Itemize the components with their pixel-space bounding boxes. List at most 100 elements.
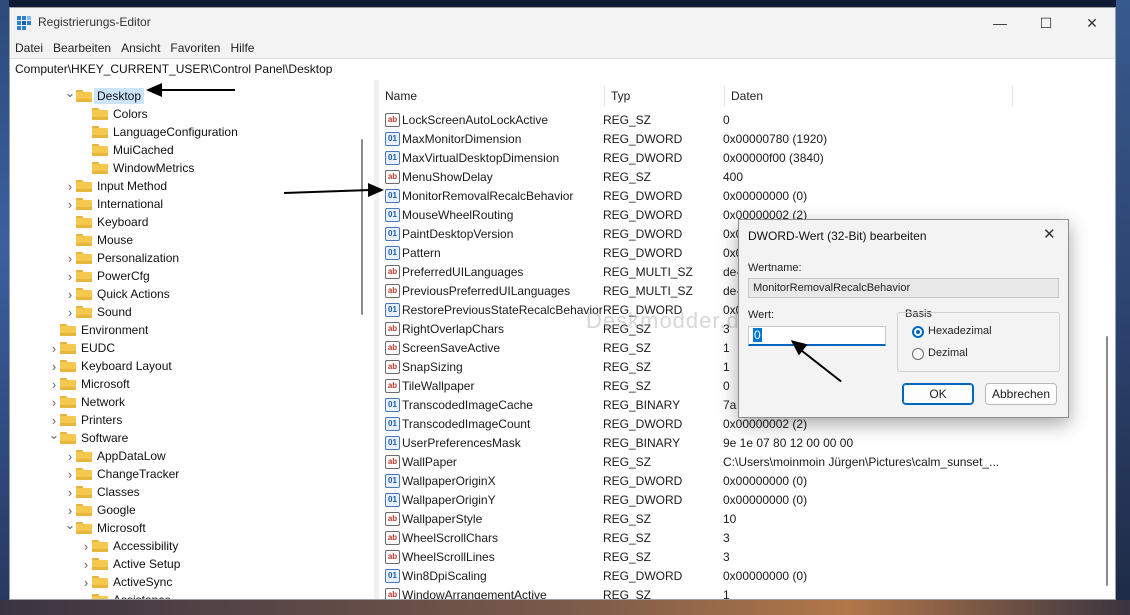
table-row[interactable]: ab LockScreenAutoLockActive REG_SZ 0 bbox=[379, 111, 1079, 130]
column-divider[interactable] bbox=[1012, 86, 1013, 106]
chevron-right-icon[interactable]: › bbox=[64, 177, 76, 195]
column-header-data[interactable]: Daten bbox=[731, 84, 763, 108]
tree-item[interactable]: › Classes bbox=[64, 483, 140, 501]
chevron-right-icon[interactable]: › bbox=[64, 267, 76, 285]
tree-item[interactable]: WindowMetrics bbox=[80, 159, 194, 177]
chevron-right-icon[interactable]: › bbox=[64, 195, 76, 213]
chevron-down-icon[interactable]: ⌄ bbox=[64, 84, 76, 102]
table-row[interactable]: ab WheelScrollChars REG_SZ 3 bbox=[379, 529, 1079, 548]
chevron-right-icon[interactable]: › bbox=[48, 357, 60, 375]
key-tree[interactable]: ⌄ Desktop Colors LanguageConfiguration MuiCa… bbox=[10, 80, 374, 600]
tree-item[interactable]: › ChangeTracker bbox=[64, 465, 179, 483]
chevron-right-icon[interactable]: › bbox=[64, 483, 76, 501]
value-type: REG_DWORD bbox=[603, 417, 683, 431]
table-row[interactable]: ab WallpaperStyle REG_SZ 10 bbox=[379, 510, 1079, 529]
folder-icon bbox=[76, 450, 92, 462]
table-row[interactable]: 01 MonitorRemovalRecalcBehavior REG_DWORD 0… bbox=[379, 187, 1079, 206]
chevron-down-icon[interactable]: ⌄ bbox=[48, 426, 60, 444]
tree-item[interactable]: ⌄ Software bbox=[48, 426, 129, 447]
menu-item-bearbeiten[interactable]: Bearbeiten bbox=[48, 39, 116, 59]
table-row[interactable]: 01 MaxVirtualDesktopDimension REG_DWORD 0x0… bbox=[379, 149, 1079, 168]
tree-scrollbar[interactable] bbox=[361, 139, 363, 315]
table-row[interactable]: ab WallPaper REG_SZ C:\Users\moinmoin Jürge… bbox=[379, 453, 1079, 472]
tree-item[interactable]: › Keyboard Layout bbox=[48, 357, 172, 375]
ok-button[interactable]: OK bbox=[902, 383, 974, 405]
tree-item[interactable]: › International bbox=[64, 195, 163, 213]
hex-radio[interactable] bbox=[912, 326, 924, 338]
hex-radio-label[interactable]: Hexadezimal bbox=[928, 325, 992, 337]
table-row[interactable]: ab WheelScrollLines REG_SZ 3 bbox=[379, 548, 1079, 567]
value-name: WallPaper bbox=[402, 455, 457, 469]
tree-item-label: Google bbox=[97, 503, 136, 517]
chevron-right-icon[interactable]: › bbox=[80, 573, 92, 591]
tree-item[interactable]: › Assistance bbox=[80, 591, 171, 600]
tree-item[interactable]: Keyboard bbox=[64, 213, 148, 231]
value-name: MaxVirtualDesktopDimension bbox=[402, 151, 560, 165]
tree-item[interactable]: › EUDC bbox=[48, 339, 115, 357]
tree-item[interactable]: › Active Setup bbox=[80, 555, 181, 573]
tree-item[interactable]: › Microsoft bbox=[48, 375, 130, 393]
tree-item[interactable]: Mouse bbox=[64, 231, 133, 249]
table-row[interactable]: 01 WallpaperOriginX REG_DWORD 0x00000000 (0… bbox=[379, 472, 1079, 491]
menu-item-hilfe[interactable]: Hilfe bbox=[225, 39, 259, 59]
chevron-right-icon[interactable]: › bbox=[80, 537, 92, 555]
tree-item[interactable]: › ActiveSync bbox=[80, 573, 173, 591]
tree-item[interactable]: › PowerCfg bbox=[64, 267, 150, 285]
chevron-down-icon[interactable]: ⌄ bbox=[64, 516, 76, 534]
tree-item[interactable]: › AppDataLow bbox=[64, 447, 166, 465]
value-data: 0x00000002 (2) bbox=[723, 417, 808, 431]
table-row[interactable]: ab MenuShowDelay REG_SZ 400 bbox=[379, 168, 1079, 187]
chevron-right-icon[interactable]: › bbox=[64, 465, 76, 483]
tree-item[interactable]: › Network bbox=[48, 393, 125, 411]
table-row[interactable]: 01 WallpaperOriginY REG_DWORD 0x00000000 (0… bbox=[379, 491, 1079, 510]
table-row[interactable]: 01 Win8DpiScaling REG_DWORD 0x00000000 (0) bbox=[379, 567, 1079, 586]
dec-radio-label[interactable]: Dezimal bbox=[928, 347, 968, 359]
column-header-type[interactable]: Typ bbox=[611, 84, 630, 108]
tree-item[interactable]: › Accessibility bbox=[80, 537, 179, 555]
folder-icon bbox=[92, 594, 108, 599]
tree-item[interactable]: › Sound bbox=[64, 303, 132, 321]
chevron-right-icon[interactable]: › bbox=[48, 375, 60, 393]
column-header-name[interactable]: Name bbox=[385, 84, 417, 108]
value-name: MonitorRemovalRecalcBehavior bbox=[402, 189, 574, 203]
watermark: Deskmodder.de bbox=[586, 308, 754, 333]
close-button[interactable]: ✕ bbox=[1069, 8, 1115, 38]
tree-item[interactable]: Colors bbox=[80, 105, 148, 123]
value-type: REG_DWORD bbox=[603, 493, 683, 507]
address-bar[interactable]: Computer\HKEY_CURRENT_USER\Control Panel… bbox=[10, 58, 1115, 81]
column-divider[interactable] bbox=[724, 86, 725, 106]
table-row[interactable]: 01 UserPreferencesMask REG_BINARY 9e 1e 07 … bbox=[379, 434, 1079, 453]
dialog-close-icon[interactable]: ✕ bbox=[1043, 225, 1056, 243]
tree-item[interactable]: › Quick Actions bbox=[64, 285, 170, 303]
menu-item-ansicht[interactable]: Ansicht bbox=[116, 39, 165, 59]
list-scrollbar[interactable] bbox=[1106, 336, 1108, 586]
tree-item[interactable]: LanguageConfiguration bbox=[80, 123, 238, 141]
chevron-right-icon[interactable]: › bbox=[48, 393, 60, 411]
dec-radio[interactable] bbox=[912, 348, 924, 360]
chevron-right-icon[interactable]: › bbox=[64, 303, 76, 321]
title-bar[interactable]: Registrierungs-Editor — ☐ ✕ bbox=[10, 8, 1115, 38]
cancel-button[interactable]: Abbrechen bbox=[985, 383, 1057, 405]
chevron-right-icon[interactable]: › bbox=[64, 285, 76, 303]
chevron-right-icon[interactable]: › bbox=[64, 249, 76, 267]
menu-item-favoriten[interactable]: Favoriten bbox=[165, 39, 225, 59]
minimize-button[interactable]: — bbox=[977, 8, 1023, 38]
chevron-right-icon[interactable]: › bbox=[64, 447, 76, 465]
chevron-right-icon[interactable]: › bbox=[80, 555, 92, 573]
menu-item-datei[interactable]: Datei bbox=[10, 39, 48, 59]
tree-item[interactable]: Environment bbox=[48, 321, 148, 339]
tree-item[interactable]: MuiCached bbox=[80, 141, 174, 159]
tree-item[interactable]: › Input Method bbox=[64, 177, 167, 195]
tree-item[interactable]: ⌄ Desktop bbox=[64, 84, 145, 105]
tree-item[interactable]: › Personalization bbox=[64, 249, 179, 267]
maximize-button[interactable]: ☐ bbox=[1023, 8, 1069, 38]
table-row[interactable]: ab WindowArrangementActive REG_SZ 1 bbox=[379, 586, 1079, 599]
value-type: REG_SZ bbox=[603, 170, 652, 184]
table-row[interactable]: 01 MaxMonitorDimension REG_DWORD 0x00000780… bbox=[379, 130, 1079, 149]
tree-item[interactable]: ⌄ Microsoft bbox=[64, 516, 146, 537]
column-divider[interactable] bbox=[604, 86, 605, 106]
value-type: REG_DWORD bbox=[603, 132, 683, 146]
chevron-right-icon[interactable]: › bbox=[80, 591, 92, 600]
value-data-input[interactable]: 0 bbox=[748, 326, 886, 346]
chevron-right-icon[interactable]: › bbox=[48, 339, 60, 357]
